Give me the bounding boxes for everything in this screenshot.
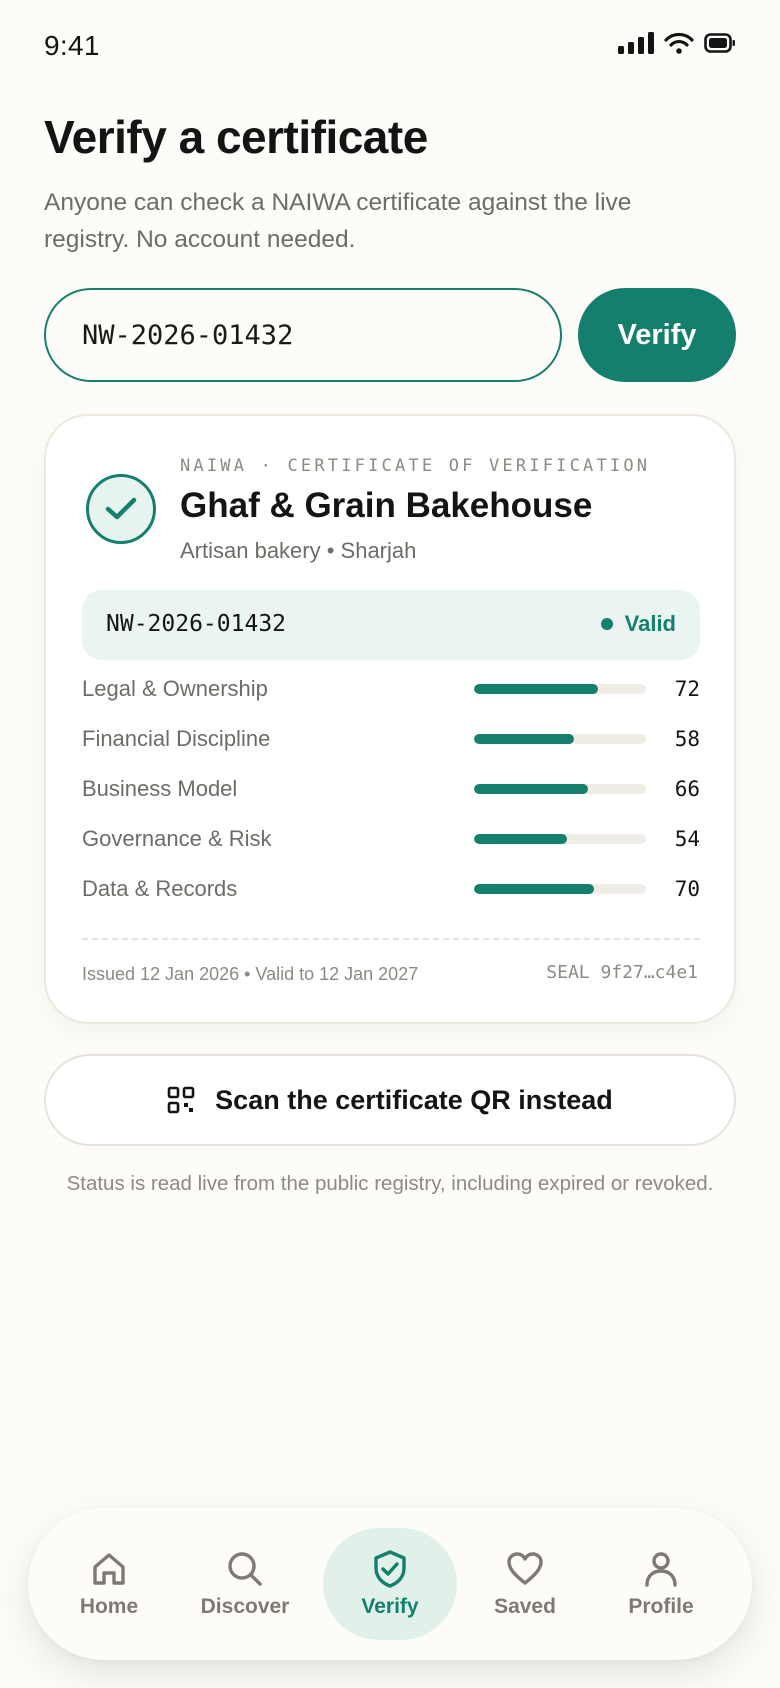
score-bar-fill [474,684,598,694]
score-bar [474,684,646,694]
score-value: 58 [674,727,700,751]
score-label: Financial Discipline [82,726,271,751]
score-row: Governance & Risk 54 [82,824,700,854]
score-bar [474,884,646,894]
score-label: Data & Records [82,876,238,901]
certificate-card: NAIWA · CERTIFICATE OF VERIFICATION Ghaf… [44,414,736,1024]
card-divider [82,938,700,940]
tab-discover[interactable]: Discover [178,1528,312,1640]
score-value: 66 [674,777,700,801]
battery-icon [704,33,735,53]
tab-label: Verify [361,1595,419,1618]
status-label: Valid [624,611,676,636]
status-icons [618,32,736,54]
score-bar-fill [474,834,567,844]
certificate-number-input[interactable] [44,288,562,382]
seal-hash: SEAL 9f27…c4e1 [546,962,698,983]
bottom-tab-bar: Home Discover Verify Saved Profile [28,1508,752,1660]
search-icon [228,1552,262,1586]
signal-icon [618,32,654,54]
registry-footnote: Status is read live from the public regi… [66,1172,714,1195]
heart-icon [507,1552,543,1585]
score-bar [474,734,646,744]
certificate-eyebrow: NAIWA · CERTIFICATE OF VERIFICATION [180,456,651,476]
score-row: Financial Discipline 58 [82,724,700,754]
qr-code-icon [167,1086,195,1114]
score-row: Data & Records 70 [82,874,700,904]
tab-label: Saved [494,1595,556,1618]
score-row: Legal & Ownership 72 [82,674,700,704]
score-bar [474,784,646,794]
user-icon [645,1552,677,1587]
score-row: Business Model 66 [82,774,700,804]
tab-label: Discover [200,1595,290,1618]
score-bar-fill [474,884,595,894]
home-icon [93,1553,125,1585]
tab-label: Profile [628,1595,694,1618]
certificate-id: NW-2026-01432 [106,611,287,637]
tab-profile[interactable]: Profile [594,1528,728,1640]
score-value: 72 [674,677,700,701]
score-bar-fill [474,784,588,794]
status-badge: Valid [600,611,676,637]
tab-saved[interactable]: Saved [458,1528,592,1640]
scan-qr-label: Scan the certificate QR instead [215,1084,613,1115]
score-label: Business Model [82,776,238,801]
status-time: 9:41 [44,30,100,61]
business-name: Ghaf & Grain Bakehouse [180,486,593,525]
certificate-id-bar: NW-2026-01432 Valid [82,590,700,660]
business-meta: Artisan bakery • Sharjah [180,538,417,563]
verified-check-badge [86,474,156,544]
score-bar [474,834,646,844]
score-bar-fill [474,734,574,744]
issued-validity: Issued 12 Jan 2026 • Valid to 12 Jan 202… [82,964,419,984]
verify-button[interactable]: Verify [578,288,736,382]
score-label: Governance & Risk [82,826,272,851]
status-dot [600,618,613,630]
wifi-icon [664,32,694,54]
score-value: 54 [674,827,700,851]
shield-check-icon [374,1550,406,1588]
score-value: 70 [674,877,700,901]
verify-screen: 9:41 Verify a certificate Anyone can che… [0,0,780,1688]
tab-home[interactable]: Home [42,1528,176,1640]
page-subtitle: Anyone can check a NAIWA certificate aga… [44,189,632,253]
score-label: Legal & Ownership [82,676,268,701]
check-icon [105,497,137,520]
page-title: Verify a certificate [44,111,428,163]
scan-qr-button[interactable]: Scan the certificate QR instead [44,1054,736,1146]
tab-verify[interactable]: Verify [323,1528,457,1640]
tab-label: Home [79,1595,139,1618]
